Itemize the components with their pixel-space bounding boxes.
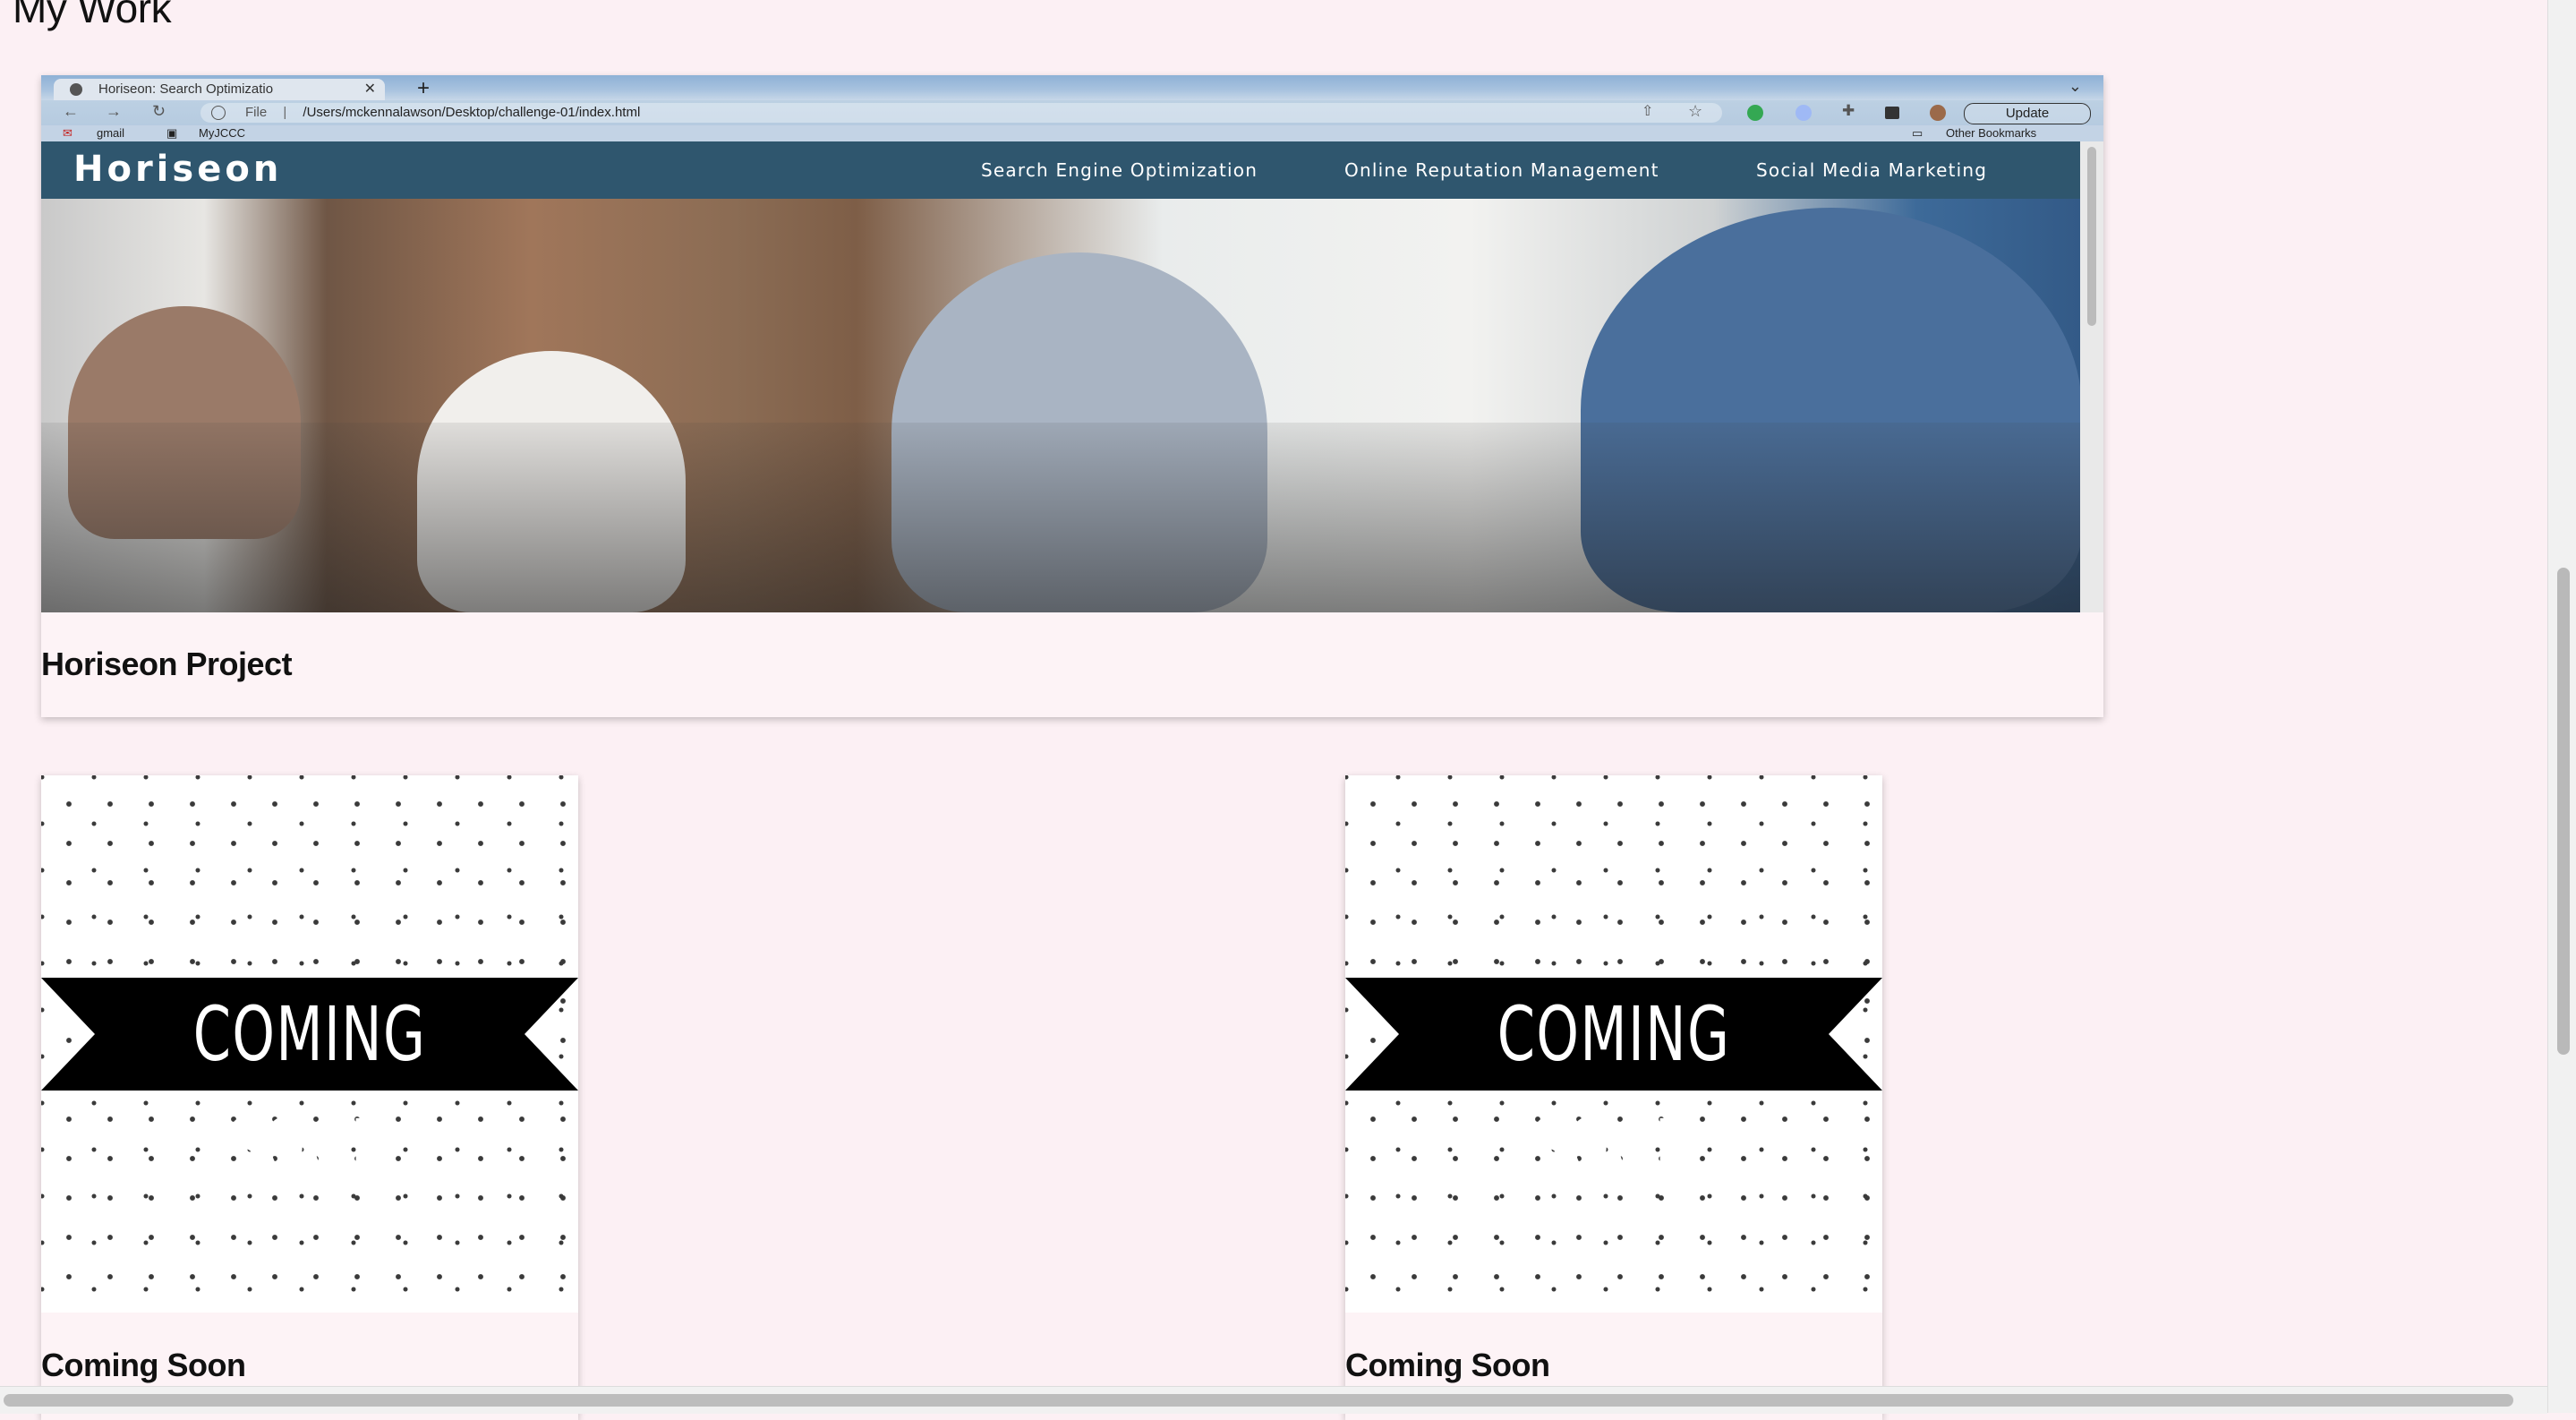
project-screenshot[interactable]: Horiseon: Search Optimizatio ✕ + ⌄ ← → ↻… xyxy=(41,75,2103,612)
screenshot-scrollbar xyxy=(2080,141,2103,612)
horizontal-scrollbar-thumb[interactable] xyxy=(4,1394,2513,1407)
browser-tab-strip: Horiseon: Search Optimizatio ✕ + ⌄ xyxy=(41,75,2103,100)
url-field: File | /Users/mckennalawson/Desktop/chal… xyxy=(200,103,1722,123)
coming-soon-image[interactable]: COMING SOON xyxy=(1345,775,1882,1313)
forward-icon: → xyxy=(106,102,122,120)
bookmarks-bar: ✉ gmail ▣ MyJCCC ▭ Other Bookmarks xyxy=(41,125,2103,141)
site-nav-link-smm: Social Media Marketing xyxy=(1756,159,1988,181)
avatar xyxy=(1930,105,1946,121)
back-icon: ← xyxy=(63,102,79,120)
vertical-scrollbar[interactable] xyxy=(2547,0,2576,1413)
project-title[interactable]: Coming Soon xyxy=(1345,1347,1550,1384)
update-button: Update xyxy=(1964,103,2091,124)
browser-tab-title: Horiseon: Search Optimizatio xyxy=(98,81,274,97)
share-icon: ⇧ xyxy=(1642,104,1654,119)
hero-image xyxy=(41,199,2082,612)
plus-icon: + xyxy=(417,76,431,100)
browser-tab: Horiseon: Search Optimizatio ✕ xyxy=(54,79,385,100)
star-icon: ☆ xyxy=(1688,102,1703,120)
puzzle-icon: ✚ xyxy=(1842,102,1855,119)
bookmark-other: Other Bookmarks xyxy=(1946,126,2037,140)
project-card-coming-soon[interactable]: COMING SOON Coming Soon xyxy=(1345,775,1882,1420)
sidebar-icon xyxy=(1885,107,1899,119)
banner-text: COMING SOON xyxy=(1497,990,1731,1191)
extension-icon xyxy=(1796,105,1812,121)
project-card-horiseon[interactable]: Horiseon: Search Optimizatio ✕ + ⌄ ← → ↻… xyxy=(41,75,2103,717)
bookmark-myjccc: MyJCCC xyxy=(199,126,245,140)
grammarly-icon xyxy=(1747,105,1763,121)
coming-soon-image[interactable]: COMING SOON xyxy=(41,775,578,1313)
project-title[interactable]: Coming Soon xyxy=(41,1347,246,1384)
folder-icon: ▭ xyxy=(1912,126,1923,140)
site-nav-link-orm: Online Reputation Management xyxy=(1344,159,1659,181)
horizontal-scrollbar[interactable] xyxy=(0,1386,2547,1414)
chevron-down-icon: ⌄ xyxy=(2068,77,2082,95)
site-logo: Horiseon xyxy=(73,149,283,190)
site-nav-link-seo: Search Engine Optimization xyxy=(981,159,1258,181)
close-icon: ✕ xyxy=(363,81,376,97)
site-header: Horiseon Search Engine Optimization Onli… xyxy=(41,141,2080,199)
page-heading: My Work xyxy=(13,0,172,31)
gmail-icon: ✉ xyxy=(63,126,73,140)
bookmark-icon: ▣ xyxy=(166,126,178,140)
info-icon xyxy=(211,106,226,120)
vertical-scrollbar-thumb[interactable] xyxy=(2557,568,2570,1055)
globe-icon xyxy=(70,83,82,96)
browser-address-bar: ← → ↻ File | /Users/mckennalawson/Deskto… xyxy=(41,100,2103,125)
bookmark-gmail: gmail xyxy=(97,126,125,140)
project-title[interactable]: Horiseon Project xyxy=(41,646,293,683)
reload-icon: ↻ xyxy=(152,102,166,120)
project-card-coming-soon[interactable]: COMING SOON Coming Soon xyxy=(41,775,578,1420)
url-prefix: File xyxy=(245,105,268,120)
url-text: /Users/mckennalawson/Desktop/challenge-0… xyxy=(303,105,641,120)
banner-text: COMING SOON xyxy=(192,990,427,1191)
